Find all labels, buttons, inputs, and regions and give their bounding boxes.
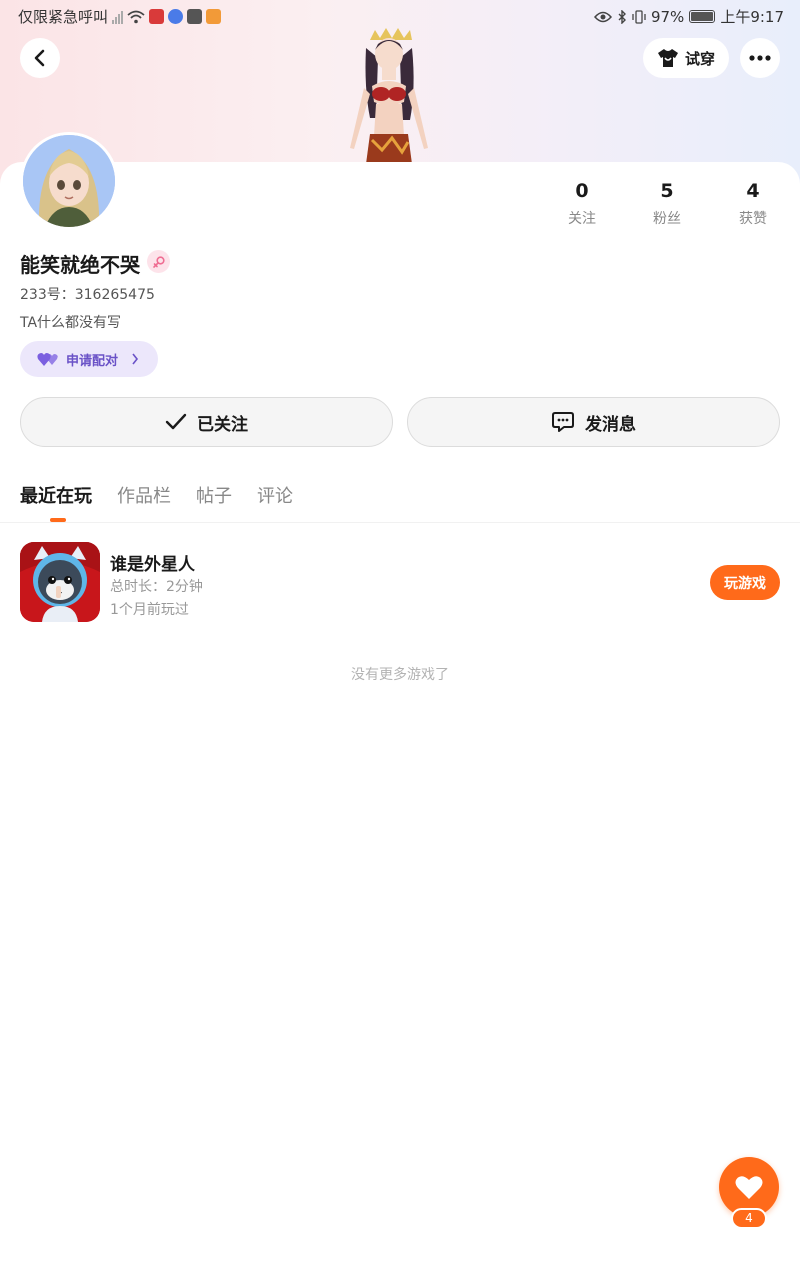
no-more-games-text: 没有更多游戏了 [351,667,449,683]
bluetooth-icon [618,9,626,24]
stat-likes-label: 获赞 [739,211,767,227]
game-last-played: 1个月前玩过 [110,602,189,618]
stat-fans[interactable]: 5 粉丝 [627,180,707,228]
battery-percent: 97% [650,7,685,26]
clock-text: 上午9:17 [720,8,784,26]
double-heart-icon [37,353,58,366]
recorder-app-icon [149,9,165,24]
tab-recently-played[interactable]: 最近在玩 [20,482,92,512]
status-left: 仅限紧急呼叫 [18,6,222,27]
stat-fans-value: 5 [660,180,674,202]
more-dots-icon [749,55,771,61]
character-avatar-image [350,28,428,164]
stat-likes-value: 4 [746,180,760,202]
tab-posts[interactable]: 帖子 [196,482,232,512]
list-item[interactable]: 谁是外星人 总时长：2分钟 1个月前玩过 玩游戏 [0,541,800,625]
vibrate-icon [632,9,646,24]
user-bio: TA什么都没有写 [20,315,122,331]
profile-page: 仅限紧急呼叫 97% 上午9:17 试穿 0 关注 5 粉丝 4 获赞 能笑就绝… [0,0,800,1280]
music-app-icon [168,9,184,24]
chat-bubble-icon [552,412,574,432]
stat-fans-label: 粉丝 [653,211,681,227]
stat-following-value: 0 [575,180,589,202]
carrier-text: 仅限紧急呼叫 [18,8,109,26]
send-message-label: 发消息 [585,414,636,435]
chevron-left-icon [34,49,45,67]
user-id: 233号：316265475 [20,287,155,303]
send-message-button[interactable]: 发消息 [407,397,780,447]
tab-comments[interactable]: 评论 [257,482,293,512]
check-icon [165,413,187,430]
game-icon[interactable] [20,542,100,622]
status-right: 97% 上午9:17 [593,6,784,27]
tab-works[interactable]: 作品栏 [117,482,171,512]
apply-pairing-button[interactable]: 申请配对 [20,341,158,377]
signal-icon [112,10,124,24]
stat-following[interactable]: 0 关注 [542,180,622,228]
mail-app-icon [187,9,203,24]
username: 能笑就绝不哭 [20,253,140,277]
alien-cat-game-icon [20,542,100,622]
tab-divider [0,522,800,523]
battery-icon [689,10,716,23]
more-button[interactable] [740,38,780,78]
apply-pairing-label: 申请配对 [66,353,119,369]
like-count-badge: 4 [731,1208,767,1229]
user-avatar-image [23,135,115,227]
wifi-icon [127,10,145,23]
gender-badge [147,250,170,273]
play-game-button[interactable]: 玩游戏 [710,565,780,600]
stat-likes[interactable]: 4 获赞 [713,180,793,228]
chevron-right-icon [132,353,139,365]
followed-label: 已关注 [197,414,248,435]
avatar[interactable] [20,132,118,230]
eye-icon [593,11,612,22]
game-total-duration: 总时长：2分钟 [110,579,203,595]
game-title[interactable]: 谁是外星人 [110,550,195,575]
shirt-icon [657,49,678,67]
try-on-button[interactable]: 试穿 [643,38,729,78]
heart-icon [735,1175,763,1199]
followed-button[interactable]: 已关注 [20,397,393,447]
try-on-label: 试穿 [684,49,715,68]
female-icon [152,255,165,268]
profile-tabs: 最近在玩 作品栏 帖子 评论 [20,482,318,512]
back-button[interactable] [20,38,60,78]
video-app-icon [206,9,222,24]
stat-following-label: 关注 [568,211,596,227]
